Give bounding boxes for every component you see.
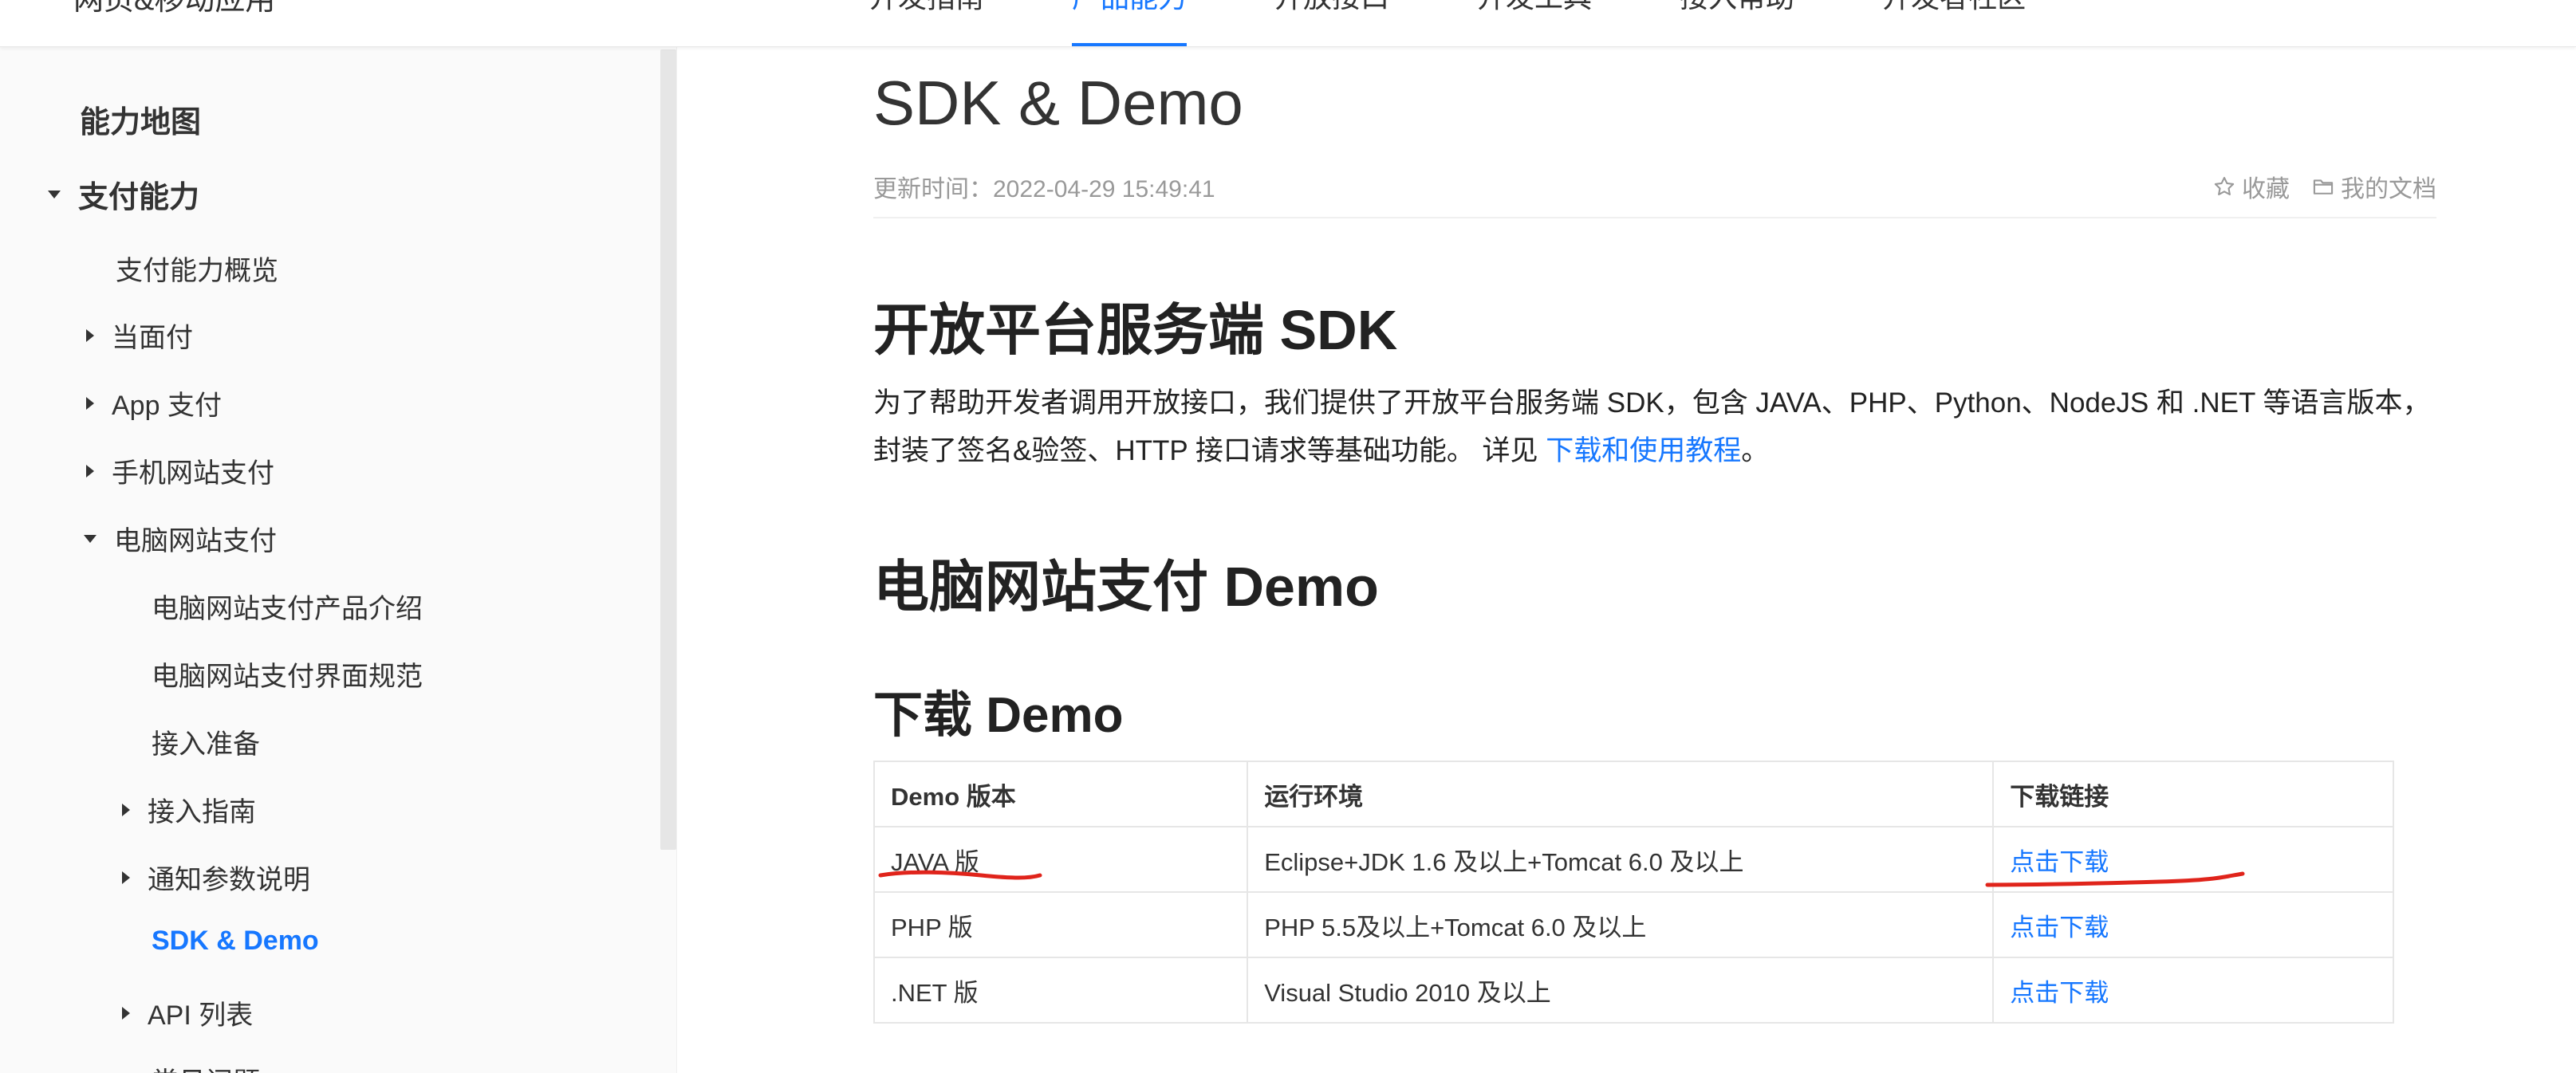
main-content: SDK & Demo 更新时间：2022-04-29 15:49:41 收藏 我… [872, 46, 2436, 1073]
download-link-php[interactable]: 点击下载 [2010, 914, 2109, 941]
top-nav-item-help[interactable]: 接入帮助 [1680, 0, 1794, 46]
sidebar-item-label: 接入准备 [152, 729, 260, 760]
caret-right-icon [122, 803, 130, 816]
heading-server-sdk: 开放平台服务端 SDK [873, 299, 1398, 361]
table-row: .NET 版 Visual Studio 2010 及以上 点击下载 [872, 957, 2394, 1024]
sidebar-item-label: SDK & Demo [152, 926, 319, 956]
my-docs-button[interactable]: 我的文档 [2312, 169, 2436, 204]
table-header-download: 下载链接 [1992, 761, 2394, 827]
sidebar-item-app-pay[interactable]: App 支付 [86, 383, 222, 423]
sidebar-item-label: 通知参数说明 [148, 865, 310, 895]
table-cell-env: Eclipse+JDK 1.6 及以上+Tomcat 6.0 及以上 [1247, 826, 1995, 893]
sidebar-item-label: 电脑网站支付界面规范 [152, 662, 423, 692]
sidebar-item-label: 当面付 [112, 323, 193, 353]
sidebar-item-label: 接入指南 [148, 797, 256, 827]
table-row: JAVA 版 Eclipse+JDK 1.6 及以上+Tomcat 6.0 及以… [872, 826, 2394, 893]
sidebar-item-face-to-face[interactable]: 当面付 [86, 316, 193, 355]
sidebar-item-notify-params[interactable]: 通知参数说明 [122, 858, 310, 897]
top-navigation-bar: 网页&移动应用 开发指南 产品能力 开放接口 开发工具 接入帮助 开发者社区 [0, 0, 2576, 47]
top-nav-item-api[interactable]: 开放接口 [1274, 0, 1389, 46]
sidebar-item-payment[interactable]: 支付能力 [48, 172, 199, 216]
table-row: PHP 版 PHP 5.5及以上+Tomcat 6.0 及以上 点击下载 [872, 891, 2394, 958]
sidebar-scrollbar[interactable] [660, 49, 676, 850]
table-header-row: Demo 版本 运行环境 下载链接 [872, 761, 2394, 827]
top-nav-item-community[interactable]: 开发者社区 [1882, 0, 2026, 46]
star-icon [2214, 176, 2235, 195]
update-time: 更新时间：2022-04-29 15:49:41 [873, 176, 1215, 202]
sidebar-item-pc-pay[interactable]: 电脑网站支付 [84, 519, 277, 558]
sidebar-item-payment-overview[interactable]: 支付能力概览 [116, 249, 278, 288]
table-cell-download: 点击下载 [1992, 891, 2394, 958]
favorite-label: 收藏 [2242, 176, 2290, 202]
caret-right-icon [86, 328, 94, 342]
sidebar-item-prepare[interactable]: 接入准备 [152, 722, 260, 761]
top-nav-item-products[interactable]: 产品能力 [1072, 0, 1188, 46]
table-header-env: 运行环境 [1247, 761, 1995, 827]
sidebar-item-wap-pay[interactable]: 手机网站支付 [86, 451, 274, 490]
caret-down-icon [48, 190, 61, 198]
sidebar-item-label: 支付能力概览 [116, 256, 278, 286]
table-cell-download: 点击下载 [1992, 957, 2394, 1024]
heading-pc-pay-demo: 电脑网站支付 Demo [873, 556, 1379, 618]
sidebar-item-pc-pay-intro[interactable]: 电脑网站支付产品介绍 [152, 587, 423, 626]
sdk-description-period: 。 [1741, 435, 1770, 466]
table-cell-version: PHP 版 [872, 891, 1249, 958]
demo-download-table: Demo 版本 运行环境 下载链接 JAVA 版 Eclipse+JDK 1.6… [872, 761, 2394, 1024]
sidebar-item-label: 手机网站支付 [112, 458, 274, 489]
heading-download-demo: 下载 Demo [873, 688, 1124, 743]
download-link-dotnet[interactable]: 点击下载 [2010, 979, 2109, 1007]
sdk-description: 为了帮助开发者调用开放接口，我们提供了开放平台服务端 SDK，包含 JAVA、P… [873, 379, 2436, 475]
sidebar: 能力地图 支付能力 支付能力概览 当面付 App 支付 手机网站支付 电脑网站支… [0, 46, 677, 1073]
sidebar-item-label: App 支付 [112, 391, 222, 421]
favorite-button[interactable]: 收藏 [2213, 169, 2290, 204]
sidebar-item-label: API 列表 [148, 1000, 254, 1031]
table-cell-env: PHP 5.5及以上+Tomcat 6.0 及以上 [1247, 891, 1995, 958]
sidebar-item-guide[interactable]: 接入指南 [122, 790, 256, 829]
my-docs-label: 我的文档 [2341, 176, 2436, 202]
brand-title[interactable]: 网页&移动应用 [73, 0, 275, 18]
doc-actions: 收藏 我的文档 [2213, 169, 2436, 204]
caret-right-icon [122, 871, 130, 884]
sidebar-item-faq[interactable]: 常见问题 [152, 1060, 260, 1073]
sdk-tutorial-link[interactable]: 下载和使用教程 [1546, 435, 1741, 466]
caret-down-icon [84, 534, 97, 543]
sidebar-item-pc-pay-ui[interactable]: 电脑网站支付界面规范 [152, 654, 423, 694]
top-nav-item-guide[interactable]: 开发指南 [869, 0, 984, 46]
sidebar-item-sdk-demo[interactable]: SDK & Demo [152, 926, 319, 957]
sidebar-item-label: 电脑网站支付产品介绍 [152, 594, 423, 624]
top-nav-item-tools[interactable]: 开发工具 [1477, 0, 1592, 46]
table-cell-version: .NET 版 [872, 957, 1249, 1024]
top-nav: 开发指南 产品能力 开放接口 开发工具 接入帮助 开发者社区 [869, 0, 2026, 46]
doc-meta-row: 更新时间：2022-04-29 15:49:41 收藏 我的文档 [873, 164, 2436, 218]
table-header-version: Demo 版本 [872, 761, 1249, 827]
caret-right-icon [86, 464, 94, 478]
folder-icon [2313, 179, 2334, 195]
sidebar-item-api-list[interactable]: API 列表 [122, 993, 253, 1032]
sidebar-item-capability-map[interactable]: 能力地图 [80, 97, 201, 141]
caret-right-icon [86, 396, 94, 410]
sidebar-item-label: 常见问题 [152, 1060, 260, 1073]
table-cell-env: Visual Studio 2010 及以上 [1247, 957, 1995, 1024]
sidebar-item-label: 能力地图 [80, 106, 202, 140]
sidebar-item-label: 支付能力 [78, 181, 200, 214]
table-cell-download: 点击下载 [1992, 826, 2394, 893]
download-link-java[interactable]: 点击下载 [2010, 848, 2109, 876]
page-title: SDK & Demo [873, 68, 1243, 138]
table-cell-version: JAVA 版 [872, 826, 1249, 893]
caret-right-icon [122, 1006, 130, 1020]
sidebar-item-label: 电脑网站支付 [114, 526, 277, 556]
